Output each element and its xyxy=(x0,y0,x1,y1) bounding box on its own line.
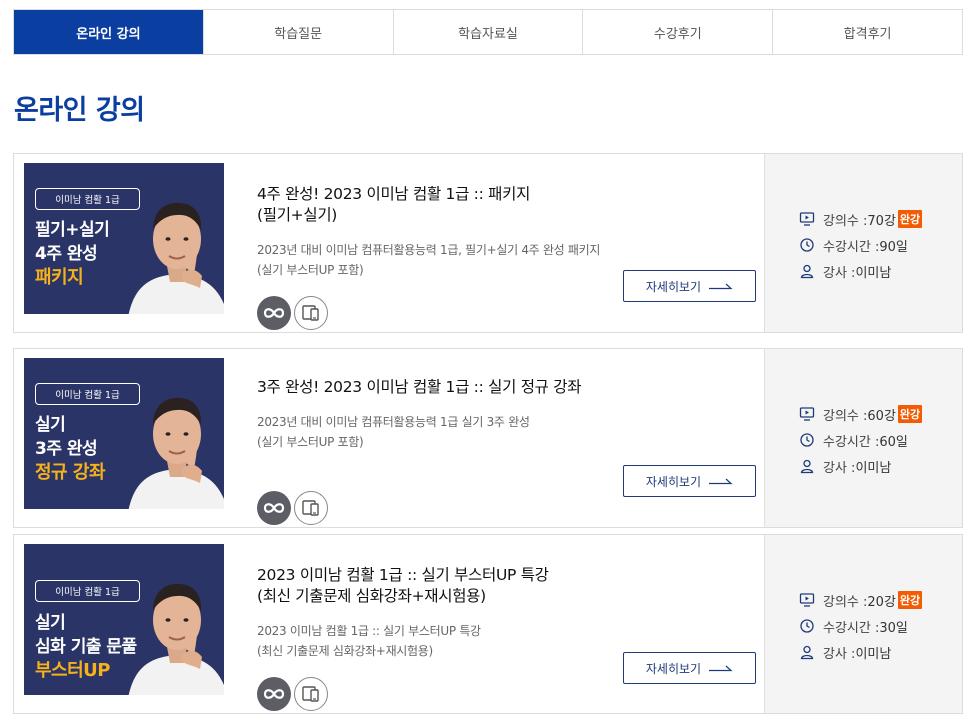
tab-study-question[interactable]: 학습질문 xyxy=(202,10,393,54)
thumbnail-line-3: 정규 강좌 xyxy=(35,462,106,483)
view-detail-button[interactable]: 자세히보기 xyxy=(623,270,756,302)
course-title[interactable]: 3주 완성! 2023 이미남 컴활 1급 :: 실기 정규 강좌 xyxy=(257,377,657,398)
course-feature-icons xyxy=(257,296,328,332)
course-description: 2023 이미남 컴활 1급 :: 실기 부스터UP 특강 (최신 기출문제 심화… xyxy=(257,624,481,658)
lecture-count-row: 강의수 : 60강 완강 xyxy=(799,401,923,427)
teacher-value: 이미남 xyxy=(855,460,892,476)
course-feature-icons xyxy=(257,677,328,713)
course-thumbnail[interactable]: 이미남 컴활 1급 실기 심화 기출 문풀 부스터UP xyxy=(24,544,224,695)
period-row: 수강시간 : 30일 xyxy=(799,613,922,639)
teacher-value: 이미남 xyxy=(855,646,892,662)
period-value: 30일 xyxy=(879,620,908,636)
view-detail-label: 자세히보기 xyxy=(645,279,702,294)
person-icon xyxy=(800,459,814,474)
course-info: 2023 이미남 컴활 1급 :: 실기 부스터UP 특강 (최신 기출문제 심화… xyxy=(257,565,657,661)
complete-tag: 완강 xyxy=(897,591,923,609)
course-title[interactable]: 4주 완성! 2023 이미남 컴활 1급 :: 패키지 (필기+실기) xyxy=(257,184,657,226)
unlimited-icon xyxy=(257,677,291,711)
course-card: 이미남 컴활 1급 실기 3주 완성 정규 강좌 3주 완성! 2023 이미남… xyxy=(13,348,963,528)
teacher-label: 강사 : xyxy=(823,460,856,476)
period-label: 수강시간 : xyxy=(823,434,880,450)
teacher-row: 강사 : 이미남 xyxy=(799,639,922,665)
thumbnail-line-1: 실기 xyxy=(35,415,66,435)
thumbnail-line-1: 필기+실기 xyxy=(35,220,110,240)
course-description: 2023년 대비 이미남 컴퓨터활용능력 1급, 필기+실기 4주 완성 패키지… xyxy=(257,243,601,277)
complete-tag: 완강 xyxy=(897,210,923,228)
course-tabs: 온라인 강의 학습질문 학습자료실 수강후기 합격후기 xyxy=(13,9,963,55)
lecture-count-label: 강의수 : xyxy=(823,594,868,610)
course-description: 2023년 대비 이미남 컴퓨터활용능력 1급 실기 3주 완성 (실기 부스터U… xyxy=(257,415,530,449)
tab-course-reviews[interactable]: 수강후기 xyxy=(582,10,773,54)
thumbnail-line-3: 패키지 xyxy=(35,267,84,288)
teacher-row: 강사 : 이미남 xyxy=(799,258,922,284)
lecture-count-value: 20강 xyxy=(867,594,896,610)
course-meta-panel: 강의수 : 20강 완강 수강시간 : 30일 강사 : 이미남 xyxy=(764,535,962,713)
monitor-play-icon xyxy=(799,593,815,607)
lecture-count-label: 강의수 : xyxy=(823,408,868,424)
monitor-play-icon xyxy=(799,212,815,226)
course-feature-icons xyxy=(257,491,328,527)
course-title[interactable]: 2023 이미남 컴활 1급 :: 실기 부스터UP 특강 (최신 기출문제 심화… xyxy=(257,565,657,607)
lecture-count-label: 강의수 : xyxy=(823,213,868,229)
thumbnail-line-3: 부스터UP xyxy=(35,660,111,681)
course-info: 3주 완성! 2023 이미남 컴활 1급 :: 실기 정규 강좌 2023년 … xyxy=(257,377,657,452)
instructor-photo xyxy=(128,583,224,695)
course-thumbnail[interactable]: 이미남 컴활 1급 실기 3주 완성 정규 강좌 xyxy=(24,358,224,509)
complete-tag: 완강 xyxy=(897,405,923,423)
course-meta-panel: 강의수 : 60강 완강 수강시간 : 60일 강사 : 이미남 xyxy=(764,349,962,527)
view-detail-label: 자세히보기 xyxy=(645,661,702,676)
period-label: 수강시간 : xyxy=(823,239,880,255)
period-value: 60일 xyxy=(879,434,908,450)
course-card: 이미남 컴활 1급 실기 심화 기출 문풀 부스터UP 2023 이미남 컴활 … xyxy=(13,534,963,714)
course-card: 이미남 컴활 1급 필기+실기 4주 완성 패키지 4주 완성! 2023 이미… xyxy=(13,153,963,333)
tab-online-lecture[interactable]: 온라인 강의 xyxy=(14,10,203,54)
course-meta: 강의수 : 20강 완강 수강시간 : 30일 강사 : 이미남 xyxy=(799,587,923,665)
view-detail-button[interactable]: 자세히보기 xyxy=(623,465,756,497)
course-meta-panel: 강의수 : 70강 완강 수강시간 : 90일 강사 : 이미남 xyxy=(764,154,962,332)
period-value: 90일 xyxy=(879,239,908,255)
unlimited-icon xyxy=(257,296,291,330)
person-icon xyxy=(800,645,814,660)
tab-study-materials[interactable]: 학습자료실 xyxy=(392,10,583,54)
lecture-count-row: 강의수 : 70강 완강 xyxy=(799,206,923,232)
tab-pass-reviews[interactable]: 합격후기 xyxy=(772,10,962,54)
thumbnail-line-2: 4주 완성 xyxy=(35,244,98,264)
lecture-count-value: 60강 xyxy=(867,408,896,424)
clock-icon xyxy=(800,619,814,633)
arrow-right-icon xyxy=(709,478,733,485)
course-meta: 강의수 : 60강 완강 수강시간 : 60일 강사 : 이미남 xyxy=(799,401,923,479)
period-row: 수강시간 : 90일 xyxy=(799,232,922,258)
mobile-device-icon xyxy=(294,491,328,525)
clock-icon xyxy=(800,433,814,447)
course-thumbnail[interactable]: 이미남 컴활 1급 필기+실기 4주 완성 패키지 xyxy=(24,163,224,314)
teacher-label: 강사 : xyxy=(823,646,856,662)
period-label: 수강시간 : xyxy=(823,620,880,636)
unlimited-icon xyxy=(257,491,291,525)
instructor-photo xyxy=(128,202,224,314)
instructor-photo xyxy=(128,397,224,509)
thumbnail-line-1: 실기 xyxy=(35,613,66,633)
mobile-device-icon xyxy=(294,296,328,330)
teacher-label: 강사 : xyxy=(823,265,856,281)
monitor-play-icon xyxy=(799,407,815,421)
person-icon xyxy=(800,264,814,279)
view-detail-button[interactable]: 자세히보기 xyxy=(623,652,756,684)
lecture-count-row: 강의수 : 20강 완강 xyxy=(799,587,923,613)
teacher-row: 강사 : 이미남 xyxy=(799,453,922,479)
course-meta: 강의수 : 70강 완강 수강시간 : 90일 강사 : 이미남 xyxy=(799,206,923,284)
course-info: 4주 완성! 2023 이미남 컴활 1급 :: 패키지 (필기+실기) 2023… xyxy=(257,184,657,280)
clock-icon xyxy=(800,238,814,252)
thumbnail-line-2: 3주 완성 xyxy=(35,439,98,459)
page-title: 온라인 강의 xyxy=(14,95,145,126)
arrow-right-icon xyxy=(709,665,733,672)
view-detail-label: 자세히보기 xyxy=(645,474,702,489)
arrow-right-icon xyxy=(709,283,733,290)
mobile-device-icon xyxy=(294,677,328,711)
teacher-value: 이미남 xyxy=(855,265,892,281)
lecture-count-value: 70강 xyxy=(867,213,896,229)
period-row: 수강시간 : 60일 xyxy=(799,427,922,453)
